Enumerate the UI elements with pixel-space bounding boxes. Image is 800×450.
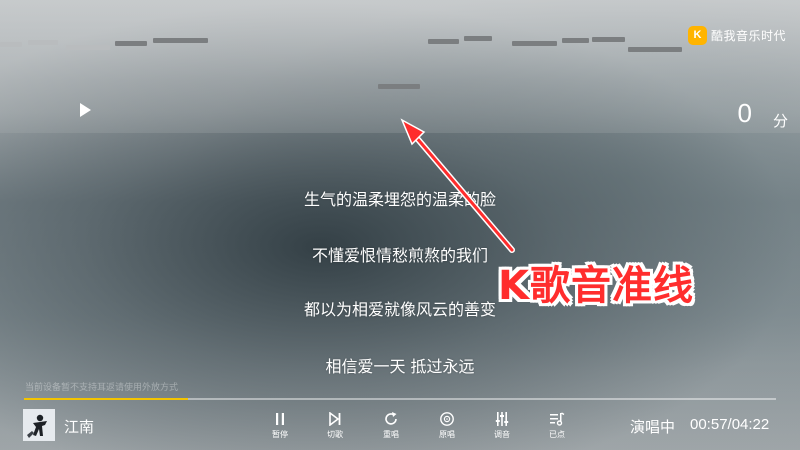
playback-time: 00:57/04:22: [690, 416, 770, 433]
pitch-segment: [464, 36, 492, 41]
original-vocal-button[interactable]: 原唱: [430, 409, 464, 440]
lyric-line: 生气的温柔埋怨的温柔的脸: [303, 190, 496, 209]
score-unit: 分: [772, 112, 788, 130]
pitch-segment: [428, 39, 459, 44]
pitch-segment: [153, 38, 208, 43]
original-vocal-label: 原唱: [439, 430, 455, 439]
pitch-segment: [628, 47, 682, 52]
album-cover[interactable]: [23, 409, 55, 441]
pause-label: 暂停: [272, 430, 288, 439]
brand-name: 酷我音乐时代: [710, 28, 786, 43]
annotation-label: K歌音准线: [498, 263, 694, 309]
pitch-segment: [562, 38, 589, 43]
tuning-button[interactable]: 调音: [485, 409, 519, 440]
song-title: 江南: [64, 418, 95, 436]
queued-songs-label: 已点: [549, 430, 565, 439]
pitch-segment: [28, 40, 58, 45]
tuning-label: 调音: [494, 430, 510, 439]
pause-icon: [263, 409, 297, 429]
progress-fill: [24, 398, 188, 400]
restart-label: 重唱: [383, 430, 399, 439]
brand-watermark: K 酷我音乐时代: [687, 25, 786, 45]
equalizer-icon: [485, 409, 519, 429]
skip-next-icon: [318, 409, 352, 429]
restart-button[interactable]: 重唱: [374, 409, 408, 440]
pause-button[interactable]: 暂停: [263, 409, 297, 440]
device-notice: 当前设备暂不支持耳返请使用外放方式: [25, 383, 179, 393]
progress-bar[interactable]: [24, 398, 776, 400]
original-vocal-icon: [430, 409, 464, 429]
brand-logo-icon: K: [687, 25, 707, 45]
queued-songs-button[interactable]: 已点: [540, 409, 574, 440]
skip-song-label: 切歌: [327, 430, 343, 439]
pitch-segment: [592, 37, 625, 42]
pitch-segment: [0, 42, 22, 47]
pitch-guide-area: [0, 0, 800, 133]
lyric-line: 相信爱一天 抵过永远: [325, 357, 475, 376]
pitch-segment: [512, 41, 557, 46]
restart-icon: [374, 409, 408, 429]
singing-status: 演唱中: [630, 418, 676, 436]
play-icon[interactable]: [80, 103, 91, 117]
playlist-icon: [540, 409, 574, 429]
pitch-segment: [66, 45, 110, 50]
score-value: 0: [737, 98, 752, 128]
pitch-segment: [115, 41, 147, 46]
skip-song-button[interactable]: 切歌: [318, 409, 352, 440]
player-bar: 江南 暂停 切歌 重唱 原唱 调音 已点 演唱中 00:57/04:22: [0, 401, 800, 450]
pitch-segment: [378, 84, 420, 89]
